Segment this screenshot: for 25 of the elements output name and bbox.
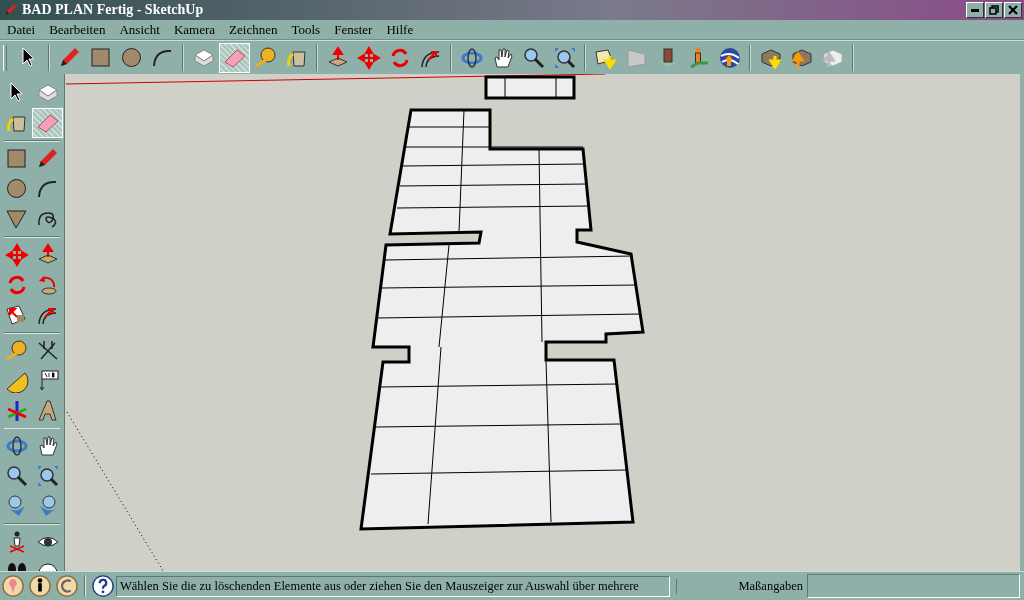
drawing-canvas[interactable] <box>65 74 1020 571</box>
menu-item[interactable]: Ansicht <box>119 21 166 38</box>
menu-item[interactable]: Hilfe <box>386 21 420 38</box>
close-button[interactable] <box>1004 2 1022 18</box>
measurements-label: Maßangaben <box>676 578 807 594</box>
credits-c-icon[interactable] <box>56 575 78 597</box>
restore-icon <box>987 3 1001 17</box>
menu-item[interactable]: Datei <box>7 21 42 38</box>
location-pin-icon[interactable] <box>2 575 24 597</box>
close-icon <box>1006 3 1020 17</box>
menu-item[interactable]: Tools <box>291 21 327 38</box>
menu-item[interactable]: Bearbeiten <box>49 21 112 38</box>
help-icon[interactable] <box>92 575 114 597</box>
measurements-field[interactable] <box>807 574 1020 598</box>
eraser-icon[interactable] <box>219 42 250 73</box>
menu-item[interactable]: Fenster <box>334 21 379 38</box>
app-pencil-icon <box>4 3 18 17</box>
status-message: Wählen Sie die zu löschenden Elemente aus oder ziehen Sie den Mauszeiger zur Auswahl über mehrere <box>116 575 670 597</box>
minimize-button[interactable] <box>966 2 984 18</box>
restore-button[interactable] <box>985 2 1003 18</box>
eraser-icon[interactable] <box>32 108 63 138</box>
minimize-icon <box>971 8 979 12</box>
menu-item[interactable]: Kamera <box>173 21 222 38</box>
window-title: BAD PLAN Fertig - SketchUp <box>22 2 204 18</box>
menu-item[interactable]: Zeichnen <box>229 21 284 38</box>
